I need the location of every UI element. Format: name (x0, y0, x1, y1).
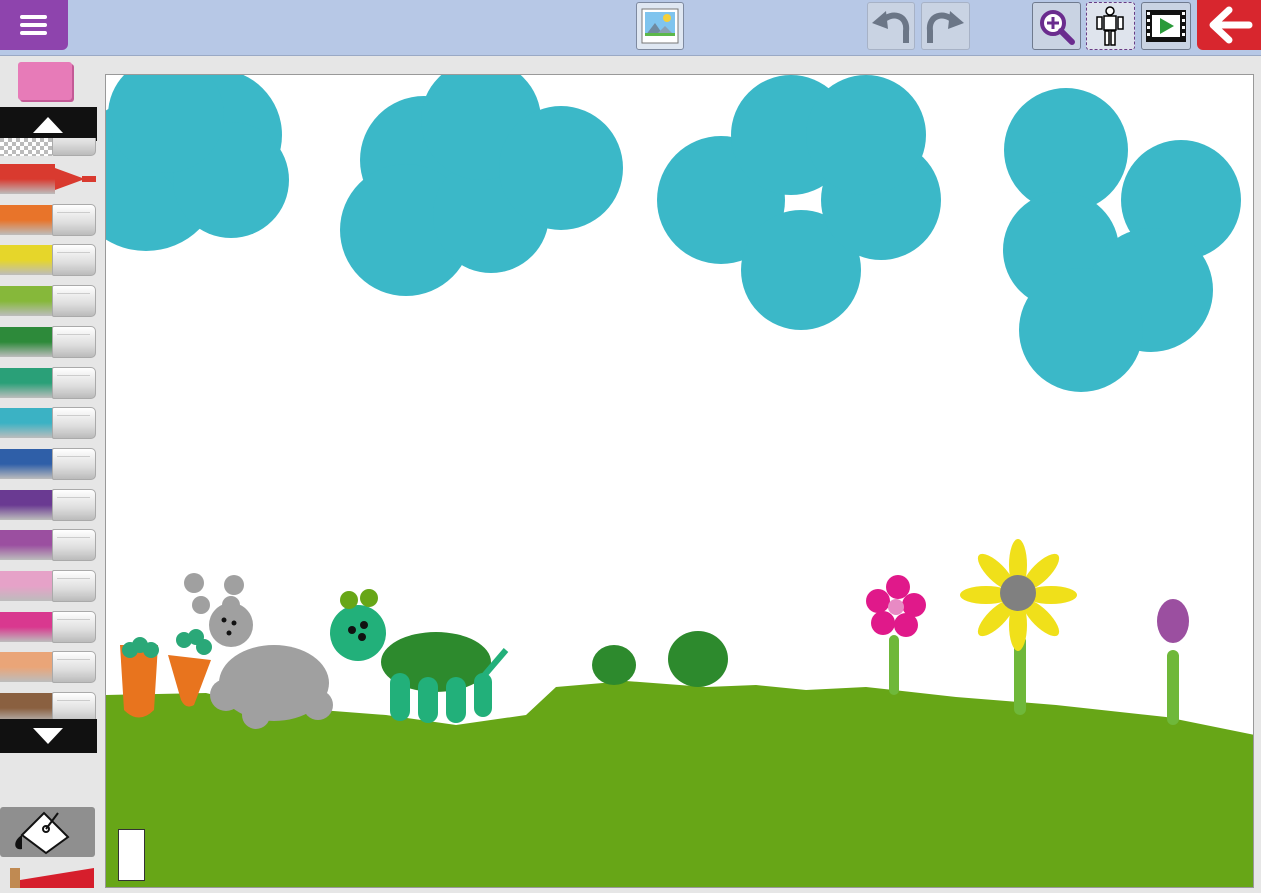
image-button[interactable] (636, 2, 684, 50)
marker-body (0, 408, 55, 438)
marker-color[interactable] (0, 445, 97, 481)
zoom-button[interactable] (1032, 2, 1081, 50)
marker-color[interactable] (0, 160, 97, 196)
marker-cap (52, 204, 96, 236)
image-picture-icon (641, 8, 679, 44)
triangle-down-icon (33, 728, 63, 744)
marker-color[interactable] (0, 323, 97, 359)
figure-stamp-icon (1096, 6, 1124, 46)
marker-body (0, 286, 55, 316)
fill-bucket-tool[interactable] (0, 807, 95, 857)
marker-cap (52, 611, 96, 643)
marker-color[interactable] (0, 241, 97, 277)
paint-brush-icon (10, 868, 94, 888)
back-arrow-icon (1209, 6, 1253, 44)
film-play-icon (1146, 10, 1186, 42)
marker-body (0, 530, 55, 560)
marker-color[interactable] (0, 608, 97, 644)
marker-body (0, 205, 55, 235)
marker-color[interactable] (0, 567, 97, 603)
paint-bucket-icon (15, 811, 70, 855)
marker-cap (52, 326, 96, 358)
marker-color[interactable] (0, 404, 97, 440)
marker-tip (55, 168, 85, 190)
marker-color[interactable] (0, 648, 97, 684)
marker-transparent[interactable] (0, 138, 97, 156)
top-toolbar (0, 0, 1261, 56)
marker-color[interactable] (0, 201, 97, 237)
marker-cap (52, 570, 96, 602)
marker-body (0, 571, 55, 601)
marker-body (0, 652, 55, 682)
sunflower (960, 539, 1077, 715)
marker-cap (52, 285, 96, 317)
back-button[interactable] (1197, 0, 1261, 50)
marker-body (0, 164, 55, 194)
marker-cap (52, 651, 96, 683)
marker-body (0, 245, 55, 275)
hamburger-menu-icon[interactable] (0, 0, 68, 50)
triangle-up-icon (33, 117, 63, 133)
marker-body (0, 327, 55, 357)
drawing-canvas[interactable] (105, 74, 1254, 888)
marker-cap (52, 407, 96, 439)
marker-color[interactable] (0, 526, 97, 562)
figure-stamp-button[interactable] (1086, 2, 1135, 50)
redo-arrow-icon (926, 11, 964, 43)
marker-body (0, 612, 55, 642)
marker-color[interactable] (0, 486, 97, 522)
turtle (330, 589, 509, 723)
pink-flower (866, 575, 926, 695)
palette-scroll-up-button[interactable] (0, 107, 97, 141)
palette-scroll-down-button[interactable] (0, 719, 97, 753)
undo-arrow-icon (872, 11, 910, 43)
play-animation-button[interactable] (1141, 2, 1191, 50)
drawing-artwork (106, 75, 1253, 887)
marker-cap (52, 244, 96, 276)
marker-body (0, 490, 55, 520)
zoom-in-magnifier-icon (1040, 10, 1075, 45)
undo-button[interactable] (867, 2, 915, 50)
marker-cap (52, 367, 96, 399)
marker-color[interactable] (0, 364, 97, 400)
marker-body (0, 368, 55, 398)
marker-cap (52, 448, 96, 480)
brush-size-indicator (118, 829, 145, 881)
bushes (592, 631, 728, 687)
eraser-tool[interactable] (18, 62, 72, 100)
marker-color[interactable] (0, 282, 97, 318)
brush-tool[interactable] (0, 866, 95, 888)
marker-cap (52, 489, 96, 521)
clouds (106, 75, 1241, 392)
marker-body (0, 449, 55, 479)
marker-cap (52, 529, 96, 561)
purple-flower (1157, 599, 1189, 725)
redo-button[interactable] (921, 2, 970, 50)
marker-nib (82, 176, 96, 182)
